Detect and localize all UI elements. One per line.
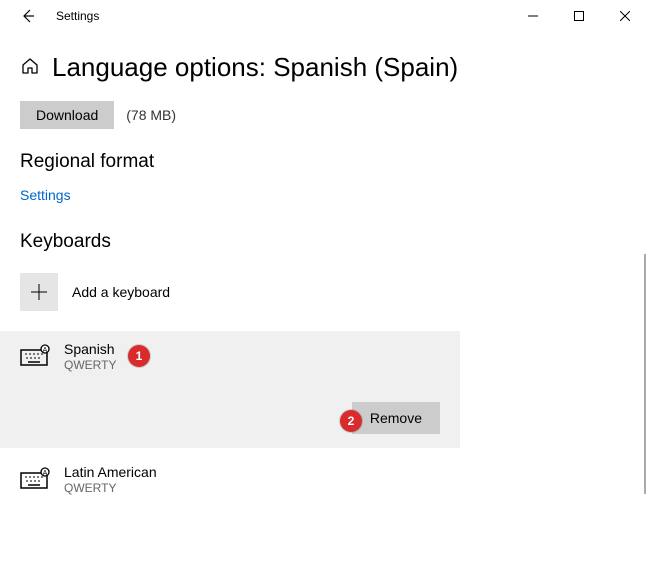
keyboard-icon: A: [20, 344, 50, 369]
maximize-button[interactable]: [556, 0, 602, 32]
annotation-badge-2: 2: [340, 410, 362, 432]
keyboards-heading: Keyboards: [20, 231, 628, 253]
minimize-icon: [528, 11, 538, 21]
add-keyboard-button[interactable]: Add a keyboard: [0, 267, 460, 317]
home-icon[interactable]: [20, 56, 40, 79]
keyboard-item-spanish[interactable]: A Spanish QWERTY 1 Remove 2: [0, 331, 460, 448]
app-title: Settings: [48, 9, 99, 23]
keyboard-name: Latin American: [64, 464, 157, 480]
add-keyboard-label: Add a keyboard: [72, 284, 170, 300]
download-button[interactable]: Download: [20, 101, 114, 129]
keyboard-item-latin-american[interactable]: A Latin American QWERTY: [0, 454, 460, 509]
remove-button[interactable]: Remove: [352, 402, 440, 434]
plus-icon: [20, 273, 58, 311]
annotation-badge-1: 1: [128, 345, 150, 367]
arrow-left-icon: [20, 8, 36, 24]
svg-text:A: A: [43, 347, 48, 354]
close-button[interactable]: [602, 0, 648, 32]
svg-text:A: A: [43, 470, 48, 477]
scrollbar[interactable]: [644, 254, 646, 494]
keyboard-name: Spanish: [64, 341, 116, 357]
keyboard-layout: QWERTY: [64, 358, 116, 372]
back-button[interactable]: [8, 0, 48, 32]
close-icon: [620, 11, 630, 21]
keyboard-icon: A: [20, 467, 50, 492]
regional-format-heading: Regional format: [20, 151, 628, 173]
minimize-button[interactable]: [510, 0, 556, 32]
page-title: Language options: Spanish (Spain): [52, 52, 458, 83]
maximize-icon: [574, 11, 584, 21]
download-size: (78 MB): [126, 107, 176, 123]
regional-settings-link[interactable]: Settings: [20, 187, 71, 203]
keyboard-layout: QWERTY: [64, 481, 157, 495]
